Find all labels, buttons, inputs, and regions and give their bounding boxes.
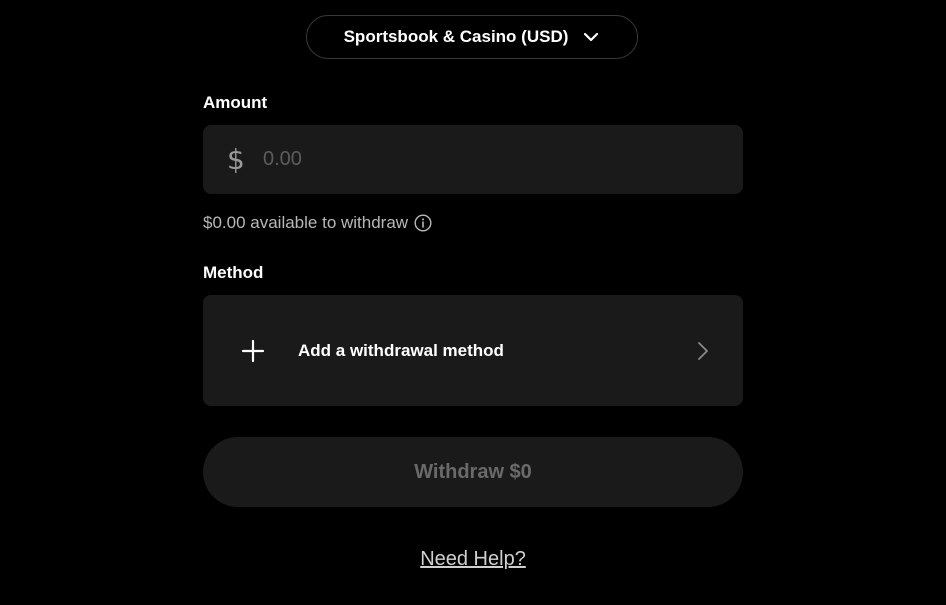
need-help-link[interactable]: Need Help? (420, 548, 526, 570)
withdraw-button[interactable]: Withdraw $0 (203, 437, 743, 507)
method-label: Method (203, 263, 264, 282)
dollar-sign-icon: $ (227, 143, 245, 176)
wallet-selector-dropdown[interactable]: Sportsbook & Casino (USD) (306, 15, 638, 59)
amount-input[interactable] (261, 147, 705, 172)
amount-label: Amount (203, 93, 268, 112)
amount-field[interactable]: $ (203, 125, 743, 194)
withdraw-page: Sportsbook & Casino (USD) Amount $ $0.00… (0, 0, 946, 605)
available-balance: $0.00 available to withdraw (203, 211, 432, 235)
help-link-container: Need Help? (0, 548, 946, 571)
add-withdrawal-method-button[interactable]: Add a withdrawal method (203, 295, 743, 406)
available-balance-text: $0.00 available to withdraw (203, 213, 409, 232)
plus-icon (241, 339, 265, 363)
wallet-selector-label: Sportsbook & Casino (USD) (343, 27, 569, 46)
add-withdrawal-method-label: Add a withdrawal method (298, 340, 504, 360)
chevron-right-icon (695, 340, 711, 362)
info-icon[interactable] (414, 214, 432, 232)
chevron-down-icon (582, 28, 600, 46)
